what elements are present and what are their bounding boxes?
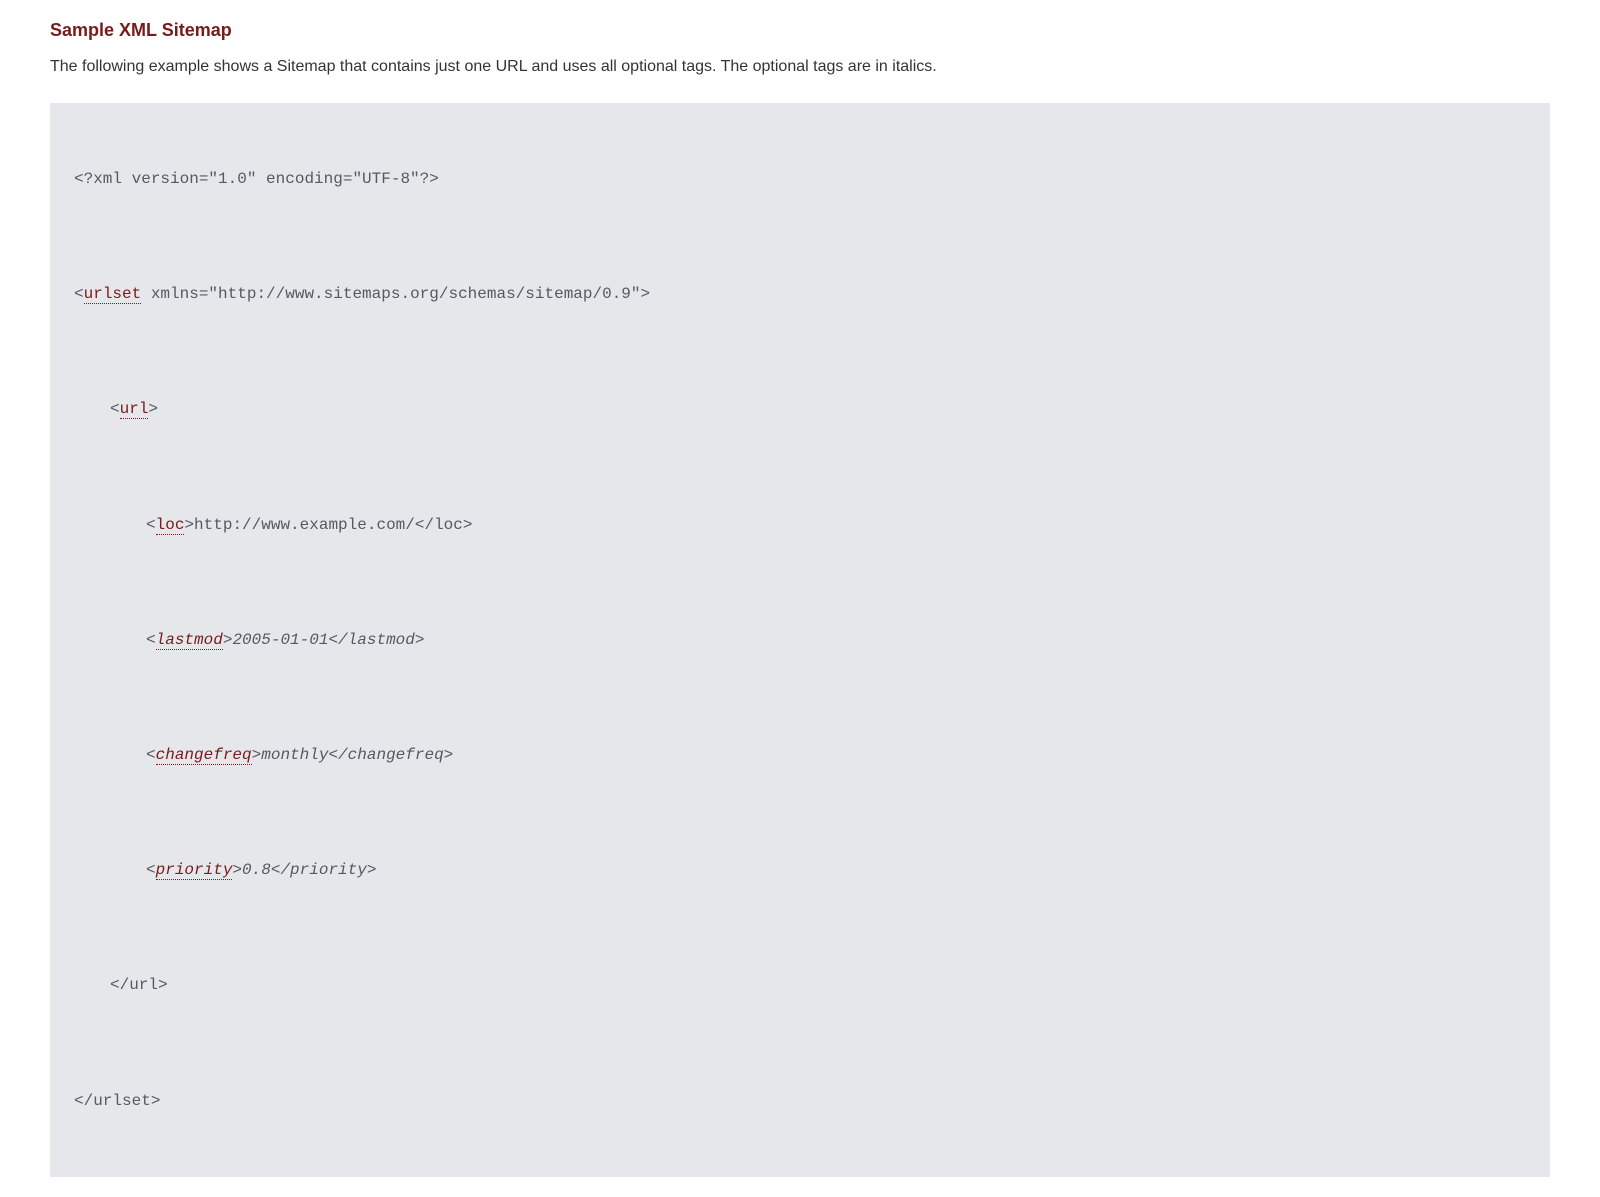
code-blank-line xyxy=(74,342,1526,361)
code-angle-open: < xyxy=(146,746,156,764)
code-line-priority: <priority>0.8</priority> xyxy=(74,854,1526,886)
code-blank-line xyxy=(74,1033,1526,1052)
code-angle-open: < xyxy=(110,400,120,418)
code-value-loc: http://www.example.com/ xyxy=(194,516,415,534)
code-value-lastmod: 2005-01-01 xyxy=(232,631,328,649)
code-tag-lastmod: lastmod xyxy=(156,631,223,650)
code-line-loc: <loc>http://www.example.com/</loc> xyxy=(74,509,1526,541)
code-blank-line xyxy=(74,803,1526,822)
code-angle-open: < xyxy=(146,861,156,879)
code-sample-block: <?xml version="1.0" encoding="UTF-8"?> <… xyxy=(50,103,1550,1177)
code-blank-line xyxy=(74,688,1526,707)
code-angle-open: < xyxy=(74,285,84,303)
code-blank-line xyxy=(74,227,1526,246)
code-close-urlset: </urlset> xyxy=(74,1092,160,1110)
code-tag-urlset: urlset xyxy=(84,285,142,304)
code-line-urlset-open: <urlset xmlns="http://www.sitemaps.org/s… xyxy=(74,278,1526,310)
code-line-urlset-close: </urlset> xyxy=(74,1085,1526,1117)
code-line-changefreq: <changefreq>monthly</changefreq> xyxy=(74,739,1526,771)
code-angle-close: > xyxy=(223,631,233,649)
code-line-xml-declaration: <?xml version="1.0" encoding="UTF-8"?> xyxy=(74,163,1526,195)
code-close-changefreq: </changefreq> xyxy=(328,746,453,764)
code-tag-priority: priority xyxy=(156,861,233,880)
code-blank-line xyxy=(74,457,1526,476)
code-tag-url: url xyxy=(120,400,149,419)
code-angle-close: > xyxy=(184,516,194,534)
section-heading: Sample XML Sitemap xyxy=(50,20,1550,41)
code-angle-open: < xyxy=(146,631,156,649)
code-angle-open: < xyxy=(146,516,156,534)
code-value-changefreq: monthly xyxy=(261,746,328,764)
code-angle-close: > xyxy=(148,400,158,418)
code-close-url: </url> xyxy=(110,976,168,994)
code-blank-line xyxy=(74,918,1526,937)
code-blank-line xyxy=(74,573,1526,592)
code-tag-loc: loc xyxy=(156,516,185,535)
section-description: The following example shows a Sitemap th… xyxy=(50,55,1550,79)
code-line-url-close: </url> xyxy=(74,969,1526,1001)
code-urlset-attrs: xmlns="http://www.sitemaps.org/schemas/s… xyxy=(141,285,650,303)
code-close-lastmod: </lastmod> xyxy=(328,631,424,649)
code-angle-close: > xyxy=(252,746,262,764)
code-tag-changefreq: changefreq xyxy=(156,746,252,765)
code-line-lastmod: <lastmod>2005-01-01</lastmod> xyxy=(74,624,1526,656)
code-close-loc: </loc> xyxy=(415,516,473,534)
code-angle-close: > xyxy=(232,861,242,879)
code-line-url-open: <url> xyxy=(74,393,1526,425)
code-value-priority: 0.8 xyxy=(242,861,271,879)
code-close-priority: </priority> xyxy=(271,861,377,879)
